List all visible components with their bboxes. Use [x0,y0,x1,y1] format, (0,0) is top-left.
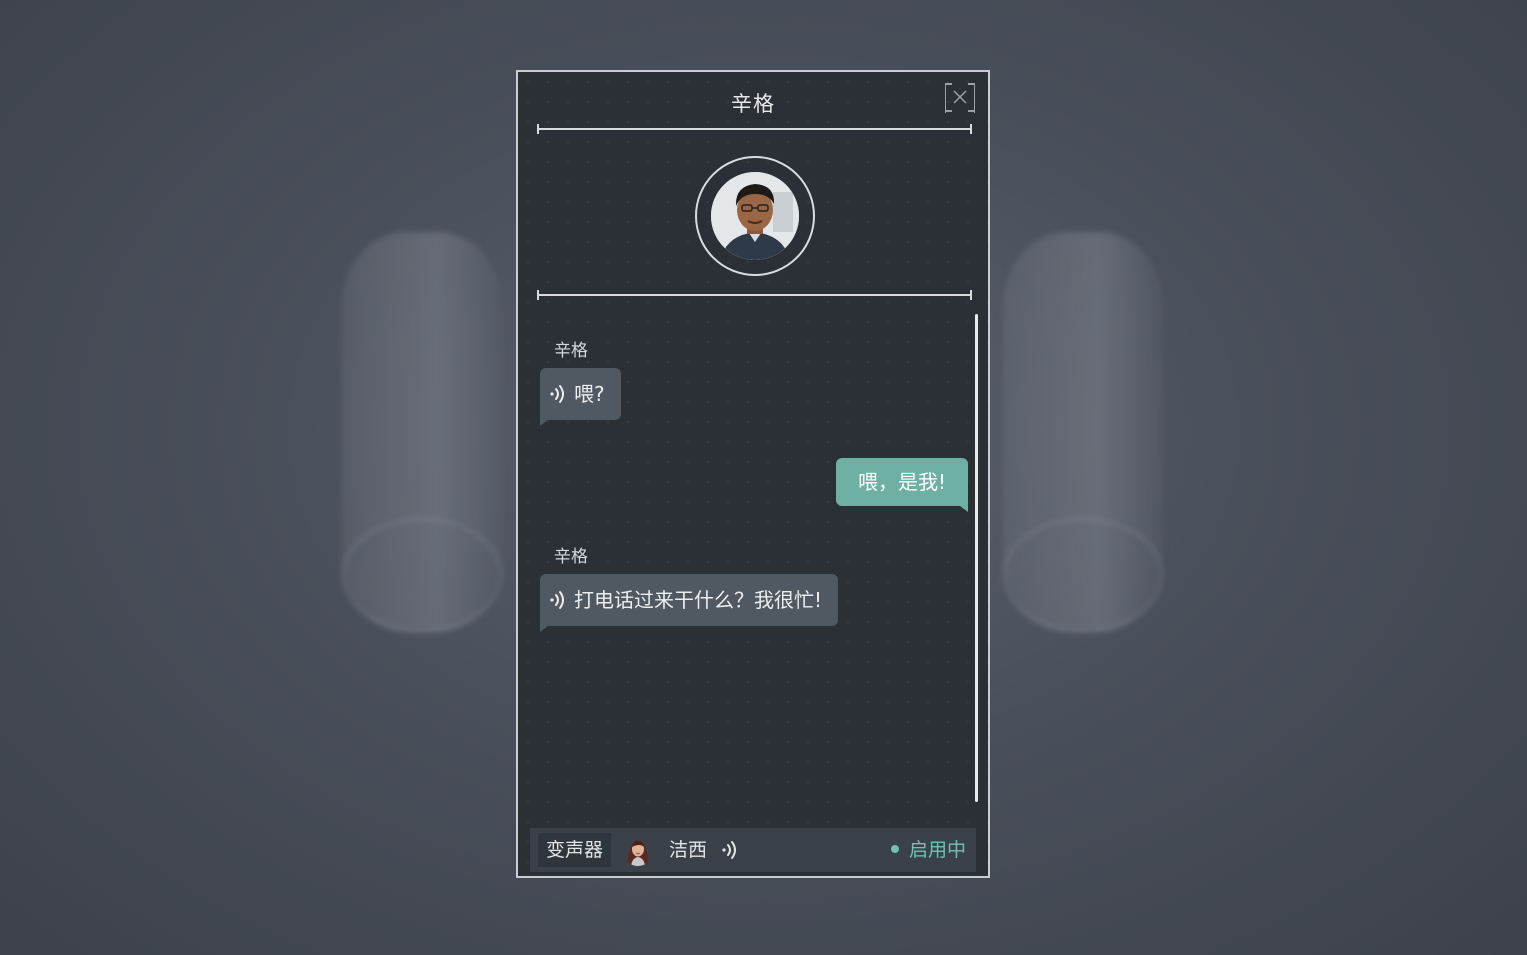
voice-play-icon [550,591,564,609]
man-portrait-icon [711,172,799,260]
voice-changer-bar[interactable]: 变声器 洁西 启用中 [530,828,976,872]
voice-play-icon [550,385,564,403]
header-divider [537,124,972,134]
contact-title: 辛格 [731,92,775,116]
contact-avatar [695,156,815,276]
message-bubble-incoming[interactable]: 喂? [540,368,621,426]
voice-changer-status: 启用中 [890,828,966,872]
status-text: 启用中 [908,839,966,861]
close-button[interactable] [945,83,975,113]
voice-changer-label: 变声器 [538,833,612,867]
voice-name: 洁西 [669,839,708,861]
message-text: 喂? [574,382,605,406]
background-cylinder-left [342,232,502,632]
message-bubble-incoming[interactable]: 打电话过来干什么？我很忙! [540,574,839,632]
background-cylinder-right [1003,232,1163,632]
message-sender: 辛格 [554,341,588,361]
call-panel: 辛格 辛格 喂? 喂，是我! 辛格 打电话过来干什么？我很忙! 变声器 洁西 启… [516,70,990,878]
status-dot-icon [890,845,899,853]
avatar-divider [537,290,972,300]
chat-log: 辛格 喂? 喂，是我! 辛格 打电话过来干什么？我很忙! [538,312,978,812]
voice-preview-icon[interactable] [720,840,740,860]
woman-portrait-icon [622,834,654,866]
message-text: 打电话过来干什么？我很忙! [574,588,823,612]
voice-avatar [622,834,654,866]
message-text: 喂，是我! [857,470,946,494]
message-bubble-outgoing[interactable]: 喂，是我! [835,458,969,512]
close-icon [953,90,967,104]
message-sender: 辛格 [554,547,588,567]
